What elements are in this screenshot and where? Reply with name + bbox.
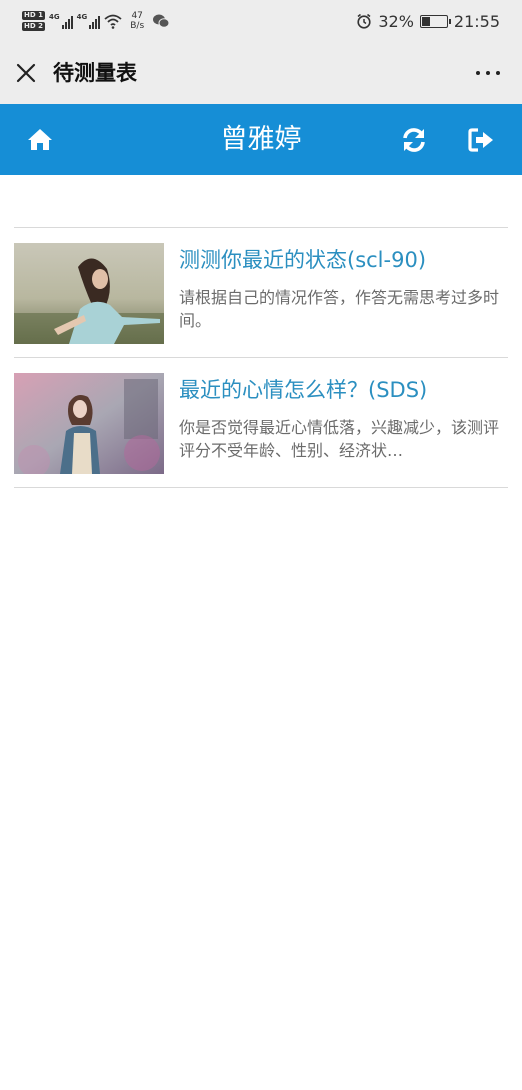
title-bar: 待测量表 [0, 42, 522, 104]
signal-icon-1: 4G [49, 13, 73, 29]
signal-icon-2: 4G [77, 13, 101, 29]
user-name: 曾雅婷 [220, 124, 302, 155]
refresh-icon[interactable] [400, 126, 428, 154]
sig1-label: 4G [48, 13, 60, 21]
sig2-label: 4G [76, 13, 88, 21]
app-header: 曾雅婷 [0, 104, 522, 175]
scale-list: 测测你最近的状态(scl-90) 请根据自己的情况作答，作答无需思考过多时间。 [14, 227, 508, 488]
battery-fill [421, 16, 431, 26]
hd-indicators: HD 1 HD 2 [22, 11, 45, 31]
more-dot [486, 71, 490, 75]
list-item[interactable]: 测测你最近的状态(scl-90) 请根据自己的情况作答，作答无需思考过多时间。 [14, 228, 508, 358]
list-item[interactable]: 最近的心情怎么样？(SDS) 你是否觉得最近心情低落，兴趣减少，该测评评分不受年… [14, 358, 508, 488]
net-speed-value: 47 [131, 11, 143, 21]
status-bar: HD 1 HD 2 4G 4G 47 B/s 32% 21:55 [0, 0, 522, 42]
more-dot [476, 71, 480, 75]
battery-percent: 32% [378, 11, 414, 31]
status-bar-right: 32% 21:55 [356, 8, 500, 34]
net-speed: 47 B/s [130, 11, 144, 31]
page-title: 待测量表 [53, 61, 137, 85]
logout-icon[interactable] [467, 126, 495, 154]
hd1-label: HD 1 [22, 11, 45, 20]
item-thumbnail [14, 243, 164, 344]
battery-icon [419, 14, 451, 28]
item-description: 请根据自己的情况作答，作答无需思考过多时间。 [179, 288, 500, 330]
net-speed-unit: B/s [130, 21, 145, 31]
status-bar-left: HD 1 HD 2 4G 4G 47 B/s [22, 8, 170, 34]
item-title: 测测你最近的状态(scl-90) [179, 248, 427, 272]
more-dot [496, 71, 500, 75]
item-thumbnail [14, 373, 164, 474]
wifi-icon [104, 14, 122, 29]
more-menu-button[interactable] [476, 71, 500, 75]
wechat-icon [153, 14, 170, 28]
close-icon[interactable] [16, 63, 36, 83]
item-description: 你是否觉得最近心情低落，兴趣减少，该测评评分不受年龄、性别、经济状… [179, 418, 500, 460]
alarm-icon [357, 13, 371, 29]
item-title: 最近的心情怎么样？(SDS) [179, 378, 428, 402]
hd2-label: HD 2 [22, 22, 45, 31]
clock: 21:55 [453, 11, 500, 31]
